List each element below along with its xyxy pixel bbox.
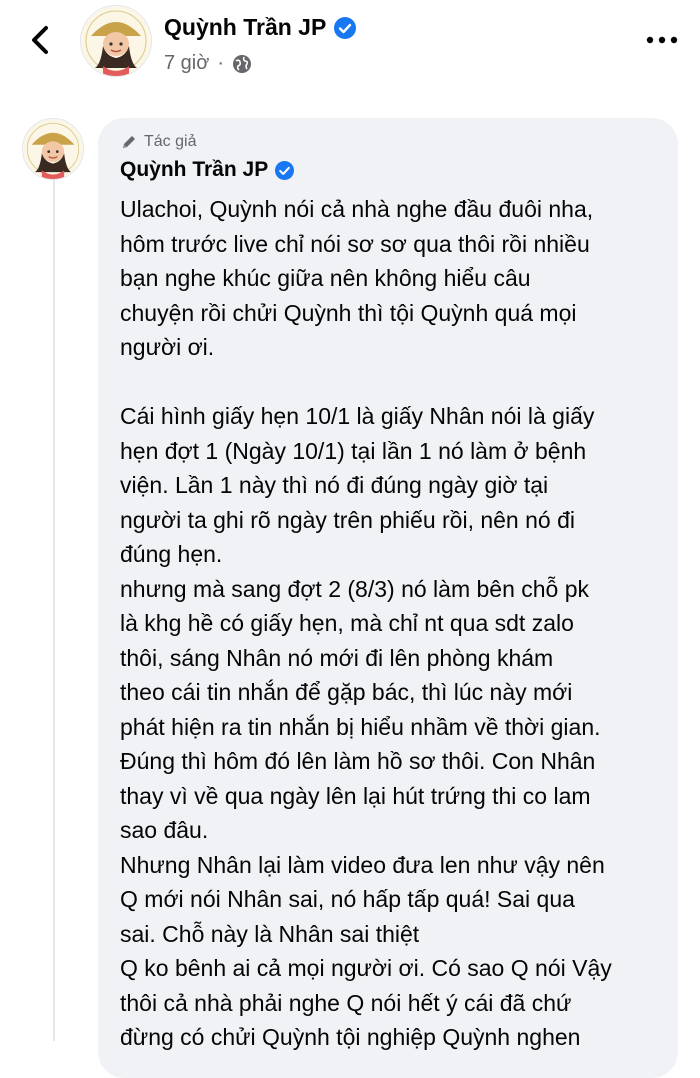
comment-line: đừng có chửi Quỳnh tội nghiệp Quỳnh nghe… [120, 1024, 581, 1050]
globe-icon [233, 54, 252, 73]
comment-line: bạn nghe khúc giữa nên không hiểu câu [120, 265, 531, 291]
comment-line: theo cái tin nhắn để gặp bác, thì lúc nà… [120, 679, 573, 705]
comment-line: thay vì về qua ngày lên lại hút trứng th… [120, 782, 591, 809]
author-name[interactable]: Quỳnh Trần JP [164, 14, 326, 41]
comment-line: Cái hình giấy hẹn 10/1 là giấy Nhân nói … [120, 403, 595, 429]
pencil-icon [123, 136, 135, 148]
comment-line: là khg hề có giấy hẹn, mà chỉ nt qua sdt… [120, 610, 574, 636]
comment-line: Đúng thì hôm đó lên làm hồ sơ thôi. Con … [120, 748, 596, 774]
author-badge-label: Tác giả [144, 133, 197, 150]
verified-badge-icon [275, 160, 295, 180]
post-time[interactable]: 7 giờ [164, 52, 209, 75]
author-avatar[interactable] [80, 5, 152, 77]
comment-line: sao đâu. [120, 817, 209, 843]
comment-line: người ơi. [120, 334, 215, 360]
comment-line: hẹn đợt 1 (Ngày 10/1) tại lần 1 nó làm ở… [120, 437, 587, 464]
comment-avatar[interactable] [22, 118, 84, 180]
post-meta: 7 giờ · [164, 52, 252, 75]
verified-badge-icon [334, 16, 357, 39]
comment-line: phát hiện ra tin nhắn bị hiểu nhầm về th… [120, 713, 601, 740]
author-badge: Tác giả [120, 133, 196, 151]
comment-line: Q mới nói Nhân sai, nó hấp tấp quá! Sai … [120, 886, 575, 912]
comment-line: hôm trước live chỉ nói sơ sơ qua thôi rồ… [120, 230, 590, 257]
comment-line: sai. Chỗ này là Nhân sai thiệt [120, 920, 420, 947]
thread-line [53, 178, 55, 1041]
comment-line: thôi, sáng Nhân nó mới đi lên phòng khám [120, 644, 554, 671]
comment-line: người ta ghi rõ ngày trên phiếu rồi, nên… [120, 506, 575, 533]
post-header: Quỳnh Trần JP 7 giờ · [0, 0, 700, 100]
comment-line: Ulachoi, Quỳnh nói cả nhà nghe đầu đuôi … [120, 196, 594, 222]
comment-line: Nhưng Nhân lại làm video đưa len như vậy… [120, 851, 605, 878]
comment-line: thôi cả nhà phải nghe Q nói hết ý cái đã… [120, 989, 572, 1016]
author-name-row: Quỳnh Trần JP [164, 14, 357, 41]
comment-text: Ulachoi, Quỳnh nói cả nhà nghe đầu đuôi … [120, 192, 680, 1055]
comment-line: Q ko bênh ai cả mọi người ơi. Có sao Q n… [120, 955, 612, 981]
comment-author-name[interactable]: Quỳnh Trần JP [120, 158, 268, 182]
comment-line: viện. Lần 1 này thì nó đi đúng ngày giờ … [120, 472, 549, 498]
comment-paragraph-gap [120, 365, 680, 400]
comment-line: chuyện rồi chửi Quỳnh thì tội Quỳnh quá … [120, 299, 577, 326]
more-icon[interactable] [644, 30, 680, 50]
comment-line: đúng hẹn. [120, 541, 223, 567]
comment-line: nhưng mà sang đợt 2 (8/3) nó làm bên chỗ… [120, 575, 590, 602]
meta-separator: · [217, 52, 225, 74]
comment-author-row: Quỳnh Trần JP [120, 158, 295, 182]
chevron-left-icon[interactable] [24, 20, 60, 60]
